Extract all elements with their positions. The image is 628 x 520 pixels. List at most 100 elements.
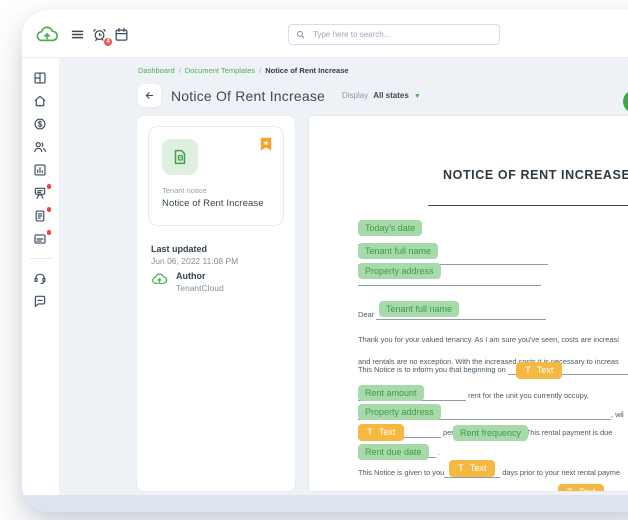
text-tool-icon: T	[458, 463, 464, 474]
search-icon	[296, 30, 305, 39]
document-list-icon	[33, 209, 47, 223]
breadcrumb-separator: /	[259, 66, 261, 75]
page-header: Notice Of Rent Increase Display All stat…	[138, 84, 421, 107]
template-card[interactable]: Tenant notice Notice of Rent Increase	[148, 126, 284, 226]
template-icon-tile	[162, 139, 198, 175]
author-value: TenantCloud	[176, 283, 224, 293]
display-filter[interactable]: Display All states ▼	[342, 91, 421, 100]
field-pill-rent-amount[interactable]: Rent amount	[358, 385, 424, 401]
field-pill-rent-due-date[interactable]: Rent due date	[358, 444, 429, 460]
text-field-pill[interactable]: TText	[558, 484, 604, 492]
document-row: Tenant full name	[358, 243, 438, 259]
field-pill-tenant-full-name[interactable]: Tenant full name	[379, 301, 459, 317]
document-preview-panel[interactable]: NOTICE OF RENT INCREASE Today's date Tena…	[308, 115, 628, 492]
hamburger-icon	[70, 27, 85, 42]
sidebar	[22, 58, 60, 495]
arrow-left-icon	[144, 90, 155, 101]
back-button[interactable]	[138, 84, 161, 107]
menu-button[interactable]	[70, 27, 86, 43]
sidebar-item-support[interactable]	[33, 271, 48, 285]
page: { "colors":{"accent_green":"#4caf50","pi…	[0, 0, 628, 520]
document-row: TText	[449, 460, 495, 477]
author-label: Author	[176, 271, 224, 281]
app-window: 4	[22, 10, 628, 512]
document-row: Rent frequency	[453, 425, 528, 441]
text-field-pill[interactable]: TText	[358, 424, 404, 441]
text-tool-icon: T	[525, 365, 531, 376]
notification-dot	[47, 230, 52, 235]
sidebar-item-payments[interactable]	[33, 117, 48, 131]
last-updated-label: Last updated	[151, 244, 207, 254]
document-text: .	[436, 447, 440, 458]
global-search	[288, 24, 500, 45]
sidebar-item-announcements[interactable]	[33, 186, 48, 200]
document-text: Dear	[358, 309, 376, 320]
document-title-rule	[428, 205, 628, 206]
document-text: This Notice is given to you	[358, 467, 444, 478]
bar-chart-icon	[33, 163, 47, 177]
document-row: Property address	[358, 263, 441, 279]
document-row: TText	[358, 424, 404, 441]
field-pill-rent-frequency[interactable]: Rent frequency	[453, 425, 528, 441]
dollar-icon	[33, 117, 47, 131]
document-text: , wil	[611, 409, 624, 420]
document-row: Rent due date	[358, 444, 429, 460]
calendar-icon	[114, 27, 129, 42]
people-icon	[33, 140, 47, 154]
breadcrumb-item-dashboard[interactable]: Dashboard	[138, 66, 175, 75]
text-field-pill[interactable]: TText	[516, 362, 562, 379]
cloud-icon	[35, 23, 59, 47]
template-title: Notice of Rent Increase	[162, 198, 264, 209]
display-label: Display	[342, 91, 368, 100]
display-value: All states	[373, 91, 409, 100]
template-category: Tenant notice	[162, 186, 207, 195]
text-tool-icon: T	[567, 487, 573, 492]
document-row: TText	[558, 484, 604, 492]
field-pill-tenant-full-name[interactable]: Tenant full name	[358, 243, 438, 259]
document-text: rent for the unit you currently occupy,	[466, 390, 589, 401]
tenantcloud-logo	[35, 23, 59, 47]
document-row: Tenant full name	[379, 301, 459, 317]
notification-badge: 4	[103, 37, 113, 47]
template-info-panel: Tenant notice Notice of Rent Increase La…	[136, 115, 296, 492]
field-pill-property-address[interactable]: Property address	[358, 404, 441, 420]
message-card-icon	[33, 232, 47, 246]
document-row: This Notice is to inform you that beginn…	[358, 364, 628, 375]
sidebar-item-reports[interactable]	[33, 163, 48, 177]
breadcrumb-item-notice-of-rent-increase: Notice of Rent Increase	[265, 66, 348, 75]
notification-dot	[47, 207, 52, 212]
document-row: TText	[516, 362, 562, 379]
notifications-button[interactable]: 4	[92, 27, 108, 43]
window-body: Dashboard / Document Templates / Notice of R…	[22, 58, 628, 495]
sidebar-item-feedback[interactable]	[33, 294, 48, 308]
document-title: NOTICE OF RENT INCREASE	[443, 168, 628, 182]
primary-action-button[interactable]	[623, 90, 628, 113]
headset-icon	[33, 271, 47, 285]
document-row: Property address	[358, 404, 441, 420]
document-row: Today's date	[358, 220, 422, 236]
field-pill-today-s-date[interactable]: Today's date	[358, 220, 422, 236]
document-row: Rent amount	[358, 385, 424, 401]
bookmark-icon[interactable]	[260, 137, 272, 152]
billboard-icon	[33, 186, 47, 200]
field-pill-property-address[interactable]: Property address	[358, 263, 441, 279]
search-input[interactable]	[311, 29, 492, 40]
document-text: Thank you for your valued tenancy. As I …	[358, 334, 619, 345]
calendar-button[interactable]	[114, 27, 130, 43]
last-updated-value: Jun 06, 2022 11:08 PM	[151, 256, 238, 266]
author-cloud-icon	[151, 271, 168, 288]
text-field-pill[interactable]: TText	[449, 460, 495, 477]
author-row: Author TenantCloud	[151, 271, 224, 293]
topbar-icons: 4	[70, 27, 130, 43]
sidebar-item-dashboard[interactable]	[33, 71, 48, 85]
breadcrumb-separator: /	[179, 66, 181, 75]
sidebar-item-home[interactable]	[33, 94, 48, 108]
breadcrumb: Dashboard / Document Templates / Notice of R…	[138, 66, 349, 75]
sidebar-item-messages[interactable]	[33, 232, 48, 246]
topbar: 4	[22, 10, 628, 58]
sidebar-item-documents[interactable]	[33, 209, 48, 223]
sidebar-item-contacts[interactable]	[33, 140, 48, 154]
page-title: Notice Of Rent Increase	[171, 88, 325, 104]
breadcrumb-item-document-templates[interactable]: Document Templates	[185, 66, 255, 75]
document-row: Thank you for your valued tenancy. As I …	[358, 334, 619, 345]
